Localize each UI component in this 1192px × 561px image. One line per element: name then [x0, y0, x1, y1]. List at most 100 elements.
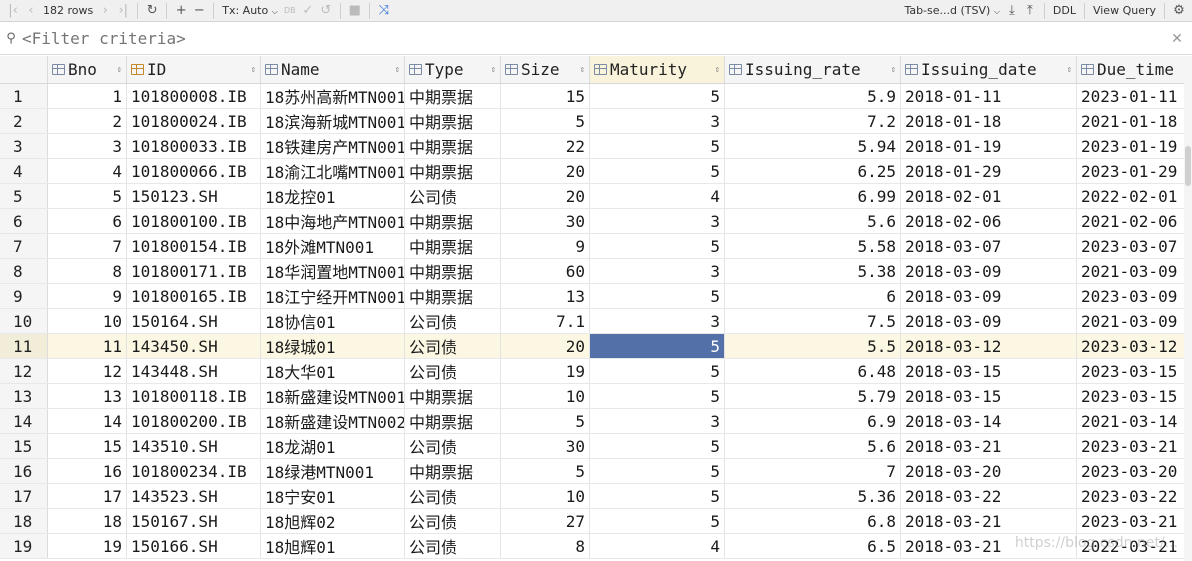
cell-type[interactable]: 公司债	[405, 484, 501, 508]
row-number[interactable]: 18	[0, 509, 48, 533]
cell-issuing-date[interactable]: 2018-03-14	[901, 409, 1077, 433]
cell-bno[interactable]: 4	[48, 159, 127, 183]
cell-name[interactable]: 18铁建房产MTN001	[261, 134, 405, 158]
cell-due-time[interactable]: 2022-02-01	[1077, 184, 1192, 208]
cell-type[interactable]: 中期票据	[405, 259, 501, 283]
row-number[interactable]: 10	[0, 309, 48, 333]
cell-issuing-date[interactable]: 2018-03-21	[901, 509, 1077, 533]
commit-check-icon[interactable]: ✓	[299, 0, 317, 22]
table-row[interactable]: 9 9 101800165.IB 18江宁经开MTN001 中期票据 13 5 6 2018-0…	[0, 284, 1192, 309]
cell-name[interactable]: 18大华01	[261, 359, 405, 383]
cell-issuing-date[interactable]: 2018-03-09	[901, 284, 1077, 308]
cell-id[interactable]: 101800200.IB	[127, 409, 261, 433]
cell-issuing-date[interactable]: 2018-01-18	[901, 109, 1077, 133]
row-number[interactable]: 16	[0, 459, 48, 483]
table-row[interactable]: 10 10 150164.SH 18协信01 公司债 7.1 3 7.5 2018-03-09 2…	[0, 309, 1192, 334]
table-row[interactable]: 14 14 101800200.IB 18新盛建设MTN002 中期票据 5 3 6.9 201…	[0, 409, 1192, 434]
cell-issuing-date[interactable]: 2018-03-21	[901, 434, 1077, 458]
cell-bno[interactable]: 11	[48, 334, 127, 358]
table-row[interactable]: 19 19 150166.SH 18旭辉01 公司债 8 4 6.5 2018-03-21 202…	[0, 534, 1192, 559]
cell-name[interactable]: 18中海地产MTN001	[261, 209, 405, 233]
cell-maturity[interactable]: 3	[590, 409, 725, 433]
cell-size[interactable]: 30	[501, 209, 590, 233]
cell-size[interactable]: 5	[501, 459, 590, 483]
cell-size[interactable]: 10	[501, 384, 590, 408]
cell-type[interactable]: 公司债	[405, 334, 501, 358]
column-header-type[interactable]: Type ⇕	[405, 56, 501, 83]
cell-name[interactable]: 18新盛建设MTN001	[261, 384, 405, 408]
stop-icon[interactable]: ■	[346, 0, 364, 22]
cell-id[interactable]: 101800008.IB	[127, 84, 261, 108]
row-number[interactable]: 12	[0, 359, 48, 383]
cell-name[interactable]: 18渝江北嘴MTN001	[261, 159, 405, 183]
cell-bno[interactable]: 10	[48, 309, 127, 333]
upload-icon[interactable]: ⤒	[1021, 0, 1039, 22]
add-row-icon[interactable]: +	[172, 0, 190, 22]
table-row[interactable]: 2 2 101800024.IB 18滨海新城MTN001 中期票据 5 3 7.2 2018-…	[0, 109, 1192, 134]
cell-size[interactable]: 5	[501, 109, 590, 133]
cell-bno[interactable]: 2	[48, 109, 127, 133]
cell-name[interactable]: 18龙湖01	[261, 434, 405, 458]
cell-type[interactable]: 中期票据	[405, 384, 501, 408]
pin-icon[interactable]: ⤨	[375, 0, 393, 22]
cell-due-time[interactable]: 2023-03-12	[1077, 334, 1192, 358]
cell-id[interactable]: 150164.SH	[127, 309, 261, 333]
cell-issuing-date[interactable]: 2018-01-29	[901, 159, 1077, 183]
column-header-due-time[interactable]: Due_time	[1077, 56, 1192, 83]
sort-icon[interactable]: ⇕	[891, 65, 896, 75]
cell-issuing-date[interactable]: 2018-03-22	[901, 484, 1077, 508]
cell-maturity[interactable]: 5	[590, 459, 725, 483]
row-number[interactable]: 17	[0, 484, 48, 508]
sort-icon[interactable]: ⇕	[491, 65, 496, 75]
cell-id[interactable]: 101800118.IB	[127, 384, 261, 408]
cell-issuing-rate[interactable]: 6.5	[725, 534, 901, 558]
cell-name[interactable]: 18新盛建设MTN002	[261, 409, 405, 433]
refresh-icon[interactable]: ↻	[143, 0, 161, 22]
cell-type[interactable]: 中期票据	[405, 234, 501, 258]
column-header-issuing-date[interactable]: Issuing_date ⇕	[901, 56, 1077, 83]
cell-bno[interactable]: 12	[48, 359, 127, 383]
cell-issuing-rate[interactable]: 6.48	[725, 359, 901, 383]
row-number[interactable]: 1	[0, 84, 48, 108]
cell-id[interactable]: 101800066.IB	[127, 159, 261, 183]
cell-issuing-date[interactable]: 2018-03-20	[901, 459, 1077, 483]
cell-size[interactable]: 13	[501, 284, 590, 308]
table-row[interactable]: 15 15 143510.SH 18龙湖01 公司债 30 5 5.6 2018-03-21 20…	[0, 434, 1192, 459]
cell-issuing-rate[interactable]: 7.2	[725, 109, 901, 133]
cell-bno[interactable]: 8	[48, 259, 127, 283]
cell-issuing-rate[interactable]: 5.36	[725, 484, 901, 508]
cell-type[interactable]: 中期票据	[405, 84, 501, 108]
cell-type[interactable]: 中期票据	[405, 159, 501, 183]
cell-issuing-rate[interactable]: 5.79	[725, 384, 901, 408]
cell-name[interactable]: 18外滩MTN001	[261, 234, 405, 258]
row-number[interactable]: 2	[0, 109, 48, 133]
tx-mode-dropdown[interactable]: Tx: Auto ⌵	[219, 4, 281, 17]
cell-issuing-rate[interactable]: 5.38	[725, 259, 901, 283]
table-row[interactable]: 8 8 101800171.IB 18华润置地MTN001 中期票据 60 3 5.38 201…	[0, 259, 1192, 284]
cell-size[interactable]: 30	[501, 434, 590, 458]
cell-issuing-date[interactable]: 2018-01-11	[901, 84, 1077, 108]
cell-size[interactable]: 10	[501, 484, 590, 508]
cell-name[interactable]: 18江宁经开MTN001	[261, 284, 405, 308]
table-row[interactable]: 18 18 150167.SH 18旭辉02 公司债 27 5 6.8 2018-03-21 20…	[0, 509, 1192, 534]
cell-maturity[interactable]: 5	[590, 84, 725, 108]
row-number[interactable]: 19	[0, 534, 48, 558]
column-header-id[interactable]: ID ⇕	[127, 56, 261, 83]
table-row[interactable]: 5 5 150123.SH 18龙控01 公司债 20 4 6.99 2018-02-01 202…	[0, 184, 1192, 209]
scrollbar-thumb[interactable]	[1185, 146, 1191, 186]
cell-type[interactable]: 公司债	[405, 509, 501, 533]
gear-icon[interactable]: ⚙	[1170, 0, 1188, 22]
cell-type[interactable]: 中期票据	[405, 209, 501, 233]
rollback-icon[interactable]: ↺	[317, 0, 335, 22]
cell-due-time[interactable]: 2023-03-20	[1077, 459, 1192, 483]
sort-icon[interactable]: ⇕	[251, 65, 256, 75]
cell-id[interactable]: 101800154.IB	[127, 234, 261, 258]
cell-maturity[interactable]: 3	[590, 309, 725, 333]
cell-maturity[interactable]: 5	[590, 234, 725, 258]
filter-input[interactable]	[22, 29, 1162, 48]
cell-type[interactable]: 中期票据	[405, 459, 501, 483]
db-icon[interactable]: DB	[281, 0, 299, 22]
row-number[interactable]: 5	[0, 184, 48, 208]
cell-id[interactable]: 143523.SH	[127, 484, 261, 508]
close-icon[interactable]: ✕	[1162, 31, 1192, 47]
